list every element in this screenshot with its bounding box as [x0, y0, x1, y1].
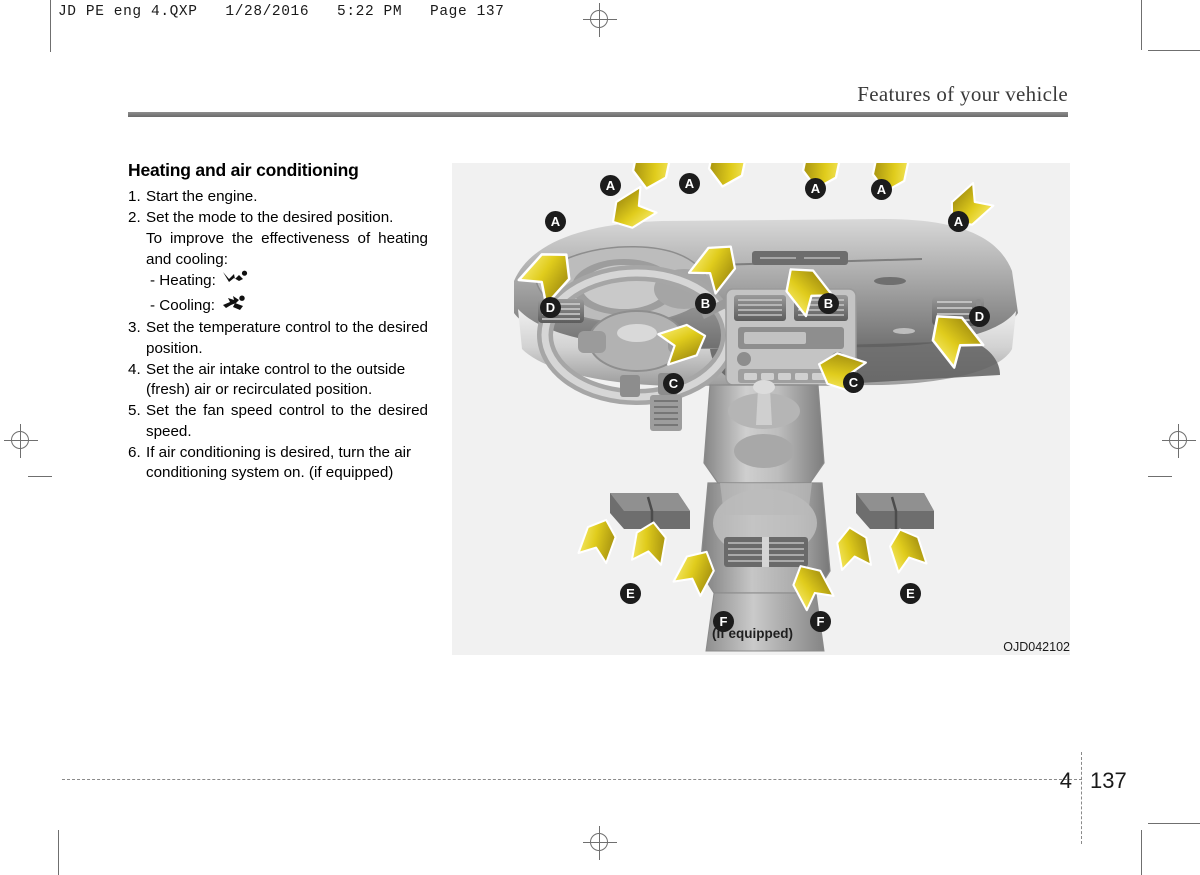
figure-caption: OJD042102 — [1003, 640, 1070, 654]
section-title: Heating and air conditioning — [128, 160, 359, 180]
footer-page-number: 137 — [1090, 768, 1127, 793]
callout-bubble-a-5: A — [545, 211, 566, 232]
registration-vertical-bar — [20, 424, 21, 458]
step-number: 6. — [128, 443, 141, 461]
floor-vent-mode-icon — [222, 270, 248, 294]
face-vent-mode-icon — [221, 294, 247, 319]
step-text: Set the fan speed control to the desired… — [146, 402, 428, 440]
registration-horizontal-bar — [583, 842, 617, 843]
instruction-step-4: 4. Set the air intake control to the out… — [128, 360, 428, 400]
callout-bubble-e-2: E — [900, 583, 921, 604]
rear-seat-back — [720, 483, 812, 515]
step-number: 4. — [128, 360, 141, 378]
vehicle-air-vent-diagram: A A A A A A B B D D C C E E F F (if equi… — [452, 163, 1070, 655]
mode-item-heating: - Heating: — [128, 270, 428, 294]
crop-mark-right-middle-tick — [1148, 476, 1172, 477]
instruction-step-6: 6. If air conditioning is desired, turn … — [128, 443, 428, 483]
step-text: Set the mode to the desired position. — [146, 209, 394, 227]
callout-bubble-f-2: F — [810, 611, 831, 632]
crop-mark-bottom-right-horizontal — [1148, 823, 1200, 824]
step-number: 1. — [128, 188, 141, 205]
vent-center-left — [734, 295, 786, 321]
instruction-step-1: 1. Start the engine. — [128, 187, 428, 207]
steering-wheel-emblem — [617, 324, 657, 342]
footer-chapter-number: 4 — [1059, 768, 1072, 793]
passenger-dash-detail — [893, 328, 915, 334]
dash-speaker-grille — [874, 277, 906, 285]
step-text: Start the engine. — [146, 188, 258, 205]
audio-knob-left — [737, 352, 751, 366]
console-cupholder-well — [734, 434, 794, 468]
registration-mark-right-middle — [1162, 424, 1196, 458]
air-arrow-rear-floor-right-a — [833, 523, 873, 571]
step-text: Set the air intake control to the outsid… — [146, 360, 406, 399]
step-text: Set the temperature control to the desir… — [146, 319, 428, 357]
registration-mark-bottom-center — [583, 826, 617, 860]
running-head-title: Features of your vehicle — [857, 82, 1068, 106]
callout-bubble-b-2: B — [818, 293, 839, 314]
registration-horizontal-bar — [583, 19, 617, 20]
registration-vertical-bar — [599, 3, 600, 37]
slug-divider-rule — [50, 0, 51, 52]
gear-shift-lever — [756, 389, 772, 425]
vent-rear-console — [724, 537, 808, 567]
callout-bubble-d-2: D — [969, 306, 990, 327]
callout-bubble-e-1: E — [620, 583, 641, 604]
crop-mark-top-right-horizontal — [1148, 50, 1200, 51]
gear-shift-knob — [753, 380, 775, 394]
if-equipped-note: (if equipped) — [712, 626, 793, 641]
instructions-column: Heating and air conditioning 1. Start th… — [128, 160, 428, 484]
callout-bubble-c-2: C — [843, 372, 864, 393]
step-text: If air conditioning is desired, turn the… — [146, 443, 412, 481]
step-number: 3. — [128, 319, 141, 337]
air-arrow-defrost-3 — [704, 163, 750, 192]
callout-bubble-b-1: B — [695, 293, 716, 314]
rear-duct-right — [856, 493, 934, 529]
air-arrow-defrost-2 — [628, 163, 674, 194]
registration-vertical-bar — [1178, 424, 1179, 458]
callout-bubble-c-1: C — [663, 373, 684, 394]
step-2-subnote: To improve the effectiveness of heating … — [146, 230, 428, 268]
callout-bubble-a-1: A — [600, 175, 621, 196]
instruction-steps-list: 1. Start the engine. 2. Set the mode to … — [128, 187, 428, 483]
audio-display — [744, 332, 806, 344]
registration-mark-top-center — [583, 3, 617, 37]
step-number: 2. — [128, 209, 141, 227]
crop-mark-bottom-left-vertical — [58, 830, 59, 875]
callout-bubble-a-2: A — [679, 173, 700, 194]
mode-item-cooling: - Cooling: — [128, 294, 428, 319]
footer-dashed-divider — [1081, 752, 1082, 844]
prepress-slug-line: JD PE eng 4.QXP 1/28/2016 5:22 PM Page 1… — [58, 4, 505, 20]
registration-horizontal-bar — [1162, 440, 1196, 441]
wheel-control-left — [578, 331, 606, 353]
crop-mark-left-middle-tick — [28, 476, 52, 477]
air-arrow-rear-floor-left-a — [577, 513, 622, 565]
step-2-subnote-block: To improve the effectiveness of heating … — [128, 229, 428, 318]
crop-mark-bottom-right-vertical — [1141, 830, 1142, 875]
instruction-step-2: 2. Set the mode to the desired position. — [128, 208, 428, 228]
callout-bubble-d-1: D — [540, 297, 561, 318]
callout-bubble-a-6: A — [948, 211, 969, 232]
registration-mark-left-middle — [4, 424, 38, 458]
mode-item-cooling-label: - Cooling: — [150, 296, 215, 314]
registration-vertical-bar — [599, 826, 600, 860]
footer-dashed-rule — [62, 779, 1082, 780]
running-head-rule — [128, 112, 1068, 117]
instruction-step-3: 3. Set the temperature control to the de… — [128, 318, 428, 358]
mode-item-heating-label: - Heating: — [150, 272, 216, 290]
callout-bubble-a-3: A — [805, 178, 826, 199]
instruction-step-5: 5. Set the fan speed control to the desi… — [128, 401, 428, 441]
air-arrow-rear-floor-right-b — [884, 523, 928, 574]
dashboard-illustration-svg — [514, 163, 1018, 652]
step-number: 5. — [128, 402, 141, 420]
callout-bubble-a-4: A — [871, 179, 892, 200]
registration-horizontal-bar — [4, 440, 38, 441]
crop-mark-top-right-vertical — [1141, 0, 1142, 50]
